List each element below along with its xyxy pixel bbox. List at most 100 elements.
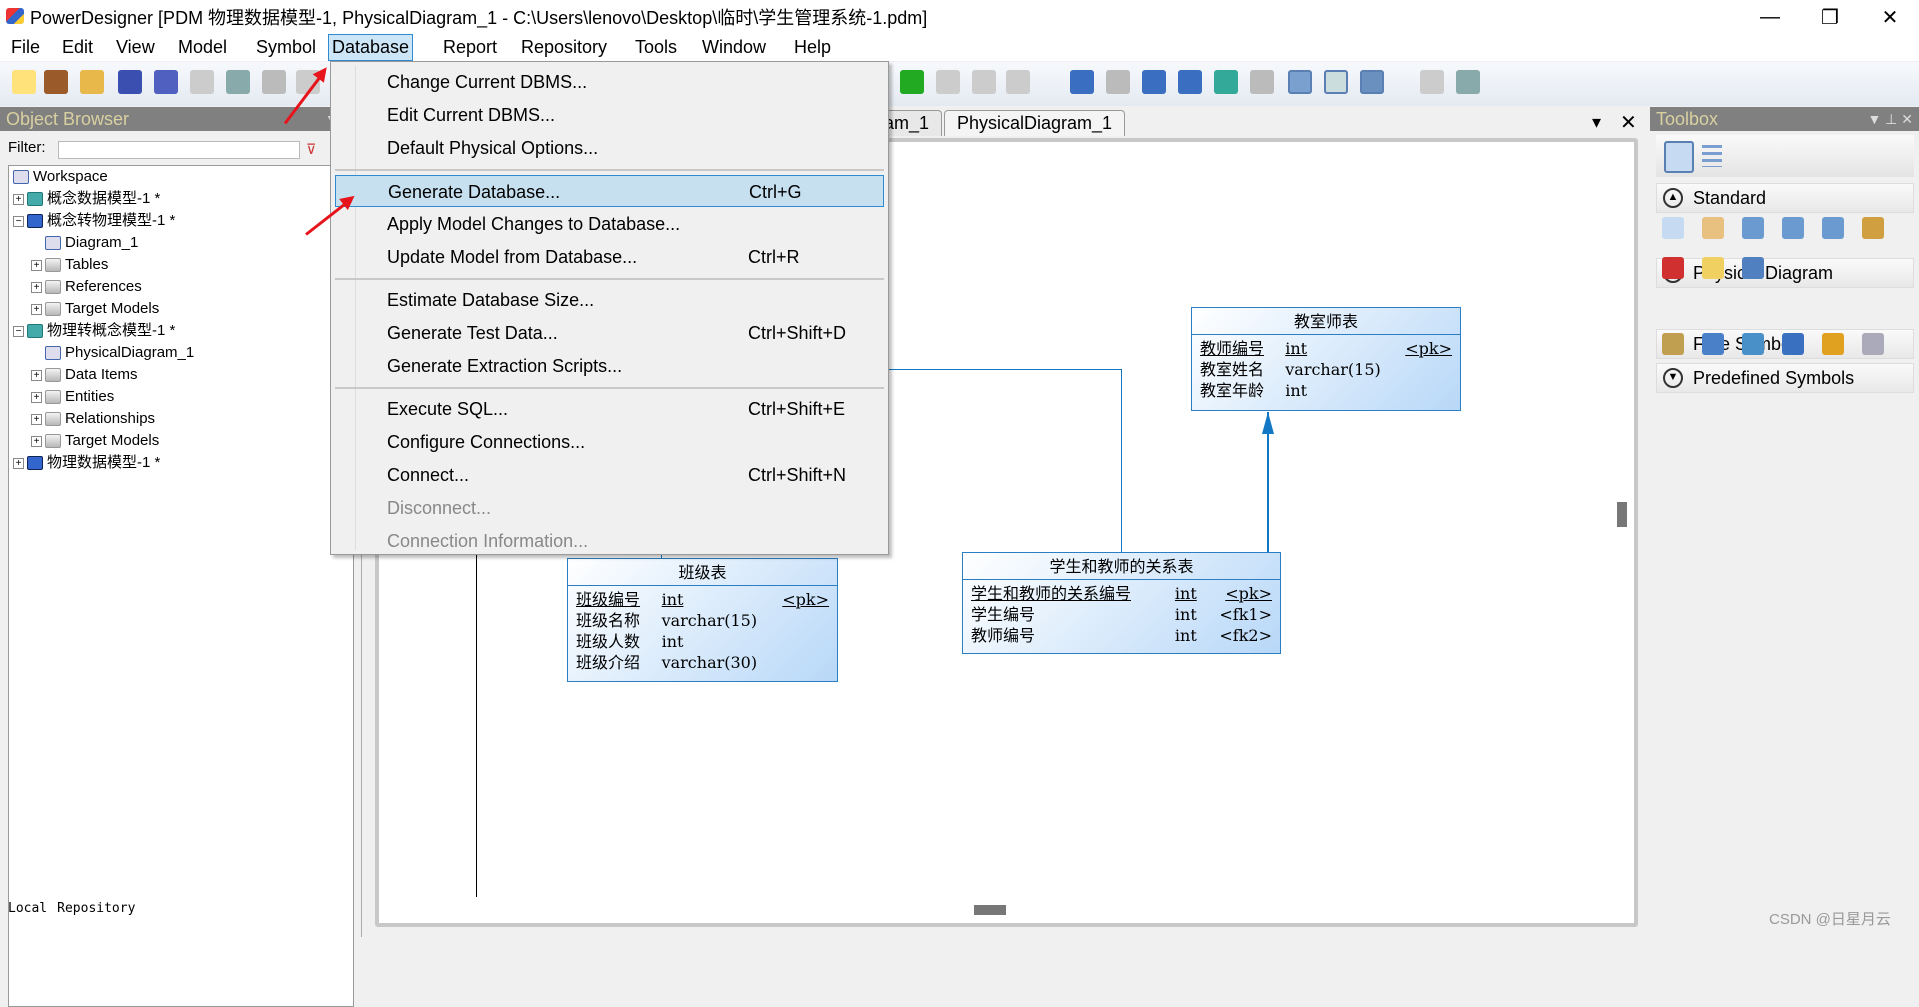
delete-icon[interactable] (1662, 257, 1684, 279)
menu-item[interactable]: Generate Test Data... Ctrl+Shift+D (335, 317, 884, 349)
link-icon[interactable] (1742, 257, 1764, 279)
new-icon[interactable] (12, 70, 36, 94)
cut-icon[interactable] (262, 70, 286, 94)
import-icon[interactable] (936, 70, 960, 94)
expand-icon[interactable]: + (31, 391, 42, 403)
menu-item[interactable]: Apply Model Changes to Database... (335, 208, 884, 240)
page-icon[interactable] (1142, 70, 1166, 94)
pages-icon[interactable] (1178, 70, 1202, 94)
diagram2-icon[interactable] (1106, 70, 1130, 94)
expand-icon[interactable]: + (31, 281, 42, 293)
minimize-button[interactable]: — (1740, 0, 1800, 34)
section-toggle-icon[interactable]: ▼ (1663, 368, 1683, 388)
menu-item[interactable]: Disconnect... (335, 492, 884, 524)
save-all-icon[interactable] (154, 70, 178, 94)
menu-item[interactable]: Generate Database... Ctrl+G (335, 175, 884, 207)
browser-icon[interactable] (1288, 70, 1312, 94)
menu-help[interactable]: Help (791, 34, 834, 61)
clear-filter-icon[interactable]: ⊽ (306, 141, 316, 158)
model-icon[interactable] (1250, 70, 1274, 94)
note-icon[interactable] (1702, 257, 1724, 279)
open-project-icon[interactable] (44, 70, 68, 94)
menu-report[interactable]: Report (440, 34, 500, 61)
zoom-out-icon[interactable] (1782, 217, 1804, 239)
tree-item[interactable]: + Target Models (31, 430, 159, 452)
menu-repository[interactable]: Repository (518, 34, 610, 61)
maximize-button[interactable]: ❐ (1800, 0, 1860, 34)
reference-icon[interactable] (1782, 333, 1804, 355)
menu-database[interactable]: Database (328, 34, 414, 61)
result-list-icon[interactable] (1360, 70, 1384, 94)
menu-file[interactable]: File (8, 34, 43, 61)
expand-icon[interactable]: + (31, 259, 42, 271)
tree-item[interactable]: + Tables (31, 254, 108, 276)
tree-item[interactable]: Diagram_1 (31, 232, 138, 254)
menu-tools[interactable]: Tools (632, 34, 680, 61)
menu-window[interactable]: Window (699, 34, 769, 61)
menu-item[interactable]: Default Physical Options... (335, 132, 884, 164)
tree-item[interactable]: + 概念数据模型-1 * (13, 188, 160, 210)
tree-item[interactable]: + Entities (31, 386, 114, 408)
menu-item[interactable]: Estimate Database Size... (335, 284, 884, 316)
horizontal-scrollbar[interactable] (974, 905, 1006, 915)
toolbox-section-3[interactable]: ▼ Predefined Symbols (1656, 363, 1914, 393)
text-icon[interactable] (900, 70, 924, 94)
icon-view-icon[interactable] (1664, 141, 1694, 173)
save-icon[interactable] (118, 70, 142, 94)
tab-list-icon[interactable]: ▾ (1592, 112, 1601, 133)
menu-edit[interactable]: Edit (59, 34, 96, 61)
grabber-icon[interactable] (1702, 217, 1724, 239)
zoom-in-icon[interactable] (1742, 217, 1764, 239)
package-icon[interactable] (1662, 333, 1684, 355)
list-view-icon[interactable] (1702, 145, 1722, 167)
undo-icon[interactable] (972, 70, 996, 94)
tree-item[interactable]: + 物理数据模型-1 * (13, 452, 160, 474)
tree-item[interactable]: PhysicalDiagram_1 (31, 342, 194, 364)
menu-item[interactable]: Execute SQL... Ctrl+Shift+E (335, 393, 884, 425)
procedure-icon[interactable] (1822, 333, 1844, 355)
table-class[interactable]: 班级表 班级编号 int <pk> 班级名称 varchar(15) 班级人数 int 班级介绍… (567, 558, 838, 682)
menu-item[interactable]: Configure Connections... (335, 426, 884, 458)
expand-icon[interactable]: + (31, 413, 42, 425)
expand-icon[interactable]: + (13, 457, 24, 469)
table-icon[interactable] (1702, 333, 1724, 355)
close-tab-icon[interactable]: ✕ (1620, 110, 1637, 135)
print-preview-icon[interactable] (190, 70, 214, 94)
menu-view[interactable]: View (113, 34, 158, 61)
toolbox-section-0[interactable]: ▲ Standard (1656, 183, 1914, 213)
menu-item[interactable]: Update Model from Database... Ctrl+R (335, 241, 884, 273)
properties-icon[interactable] (1862, 217, 1884, 239)
tree-item[interactable]: − 概念转物理模型-1 * (13, 210, 175, 232)
diagram-icon[interactable] (1070, 70, 1094, 94)
tab-physical-diagram-1[interactable]: PhysicalDiagram_1 (944, 110, 1126, 136)
expand-icon[interactable]: + (31, 369, 42, 381)
close-button[interactable]: ✕ (1860, 0, 1919, 34)
expand-icon[interactable]: + (31, 303, 42, 315)
tree-item[interactable]: + Relationships (31, 408, 155, 430)
menu-symbol[interactable]: Symbol (253, 34, 319, 61)
tree-item[interactable]: + Target Models (31, 298, 159, 320)
print-icon[interactable] (226, 70, 250, 94)
tree-item[interactable]: + Data Items (31, 364, 138, 386)
panel-controls-icon[interactable]: ▼ ⊥ ✕ (1867, 107, 1913, 131)
menu-model[interactable]: Model (175, 34, 230, 61)
check-model-icon[interactable] (1214, 70, 1238, 94)
menu-item[interactable]: Generate Extraction Scripts... (335, 350, 884, 382)
toolbox-section-1[interactable]: ▲Physical Diagram (1656, 258, 1914, 288)
view-icon[interactable] (1742, 333, 1764, 355)
expand-icon[interactable]: + (13, 193, 24, 205)
zoom-fit-icon[interactable] (1822, 217, 1844, 239)
output-icon[interactable] (1324, 70, 1348, 94)
vertical-scrollbar[interactable] (1617, 502, 1627, 527)
tree-item[interactable]: + References (31, 276, 142, 298)
tab-local[interactable]: Local (8, 901, 47, 916)
menu-item[interactable]: Connect... Ctrl+Shift+N (335, 459, 884, 491)
table-teacher[interactable]: 教室师表 教师编号 int <pk> 教室姓名 varchar(15) 教室年龄 int (1191, 307, 1461, 411)
table-student-teacher-relation[interactable]: 学生和教师的关系表 学生和教师的关系编号 int <pk> 学生编号 int <fk1> 教师… (962, 552, 1281, 654)
print2-icon[interactable] (1456, 70, 1480, 94)
menu-item[interactable]: Connection Information... (335, 525, 884, 557)
open-icon[interactable] (80, 70, 104, 94)
expand-icon[interactable]: + (31, 435, 42, 447)
menu-item[interactable]: Change Current DBMS... (335, 66, 884, 98)
tab-repository[interactable]: Repository (57, 901, 135, 916)
